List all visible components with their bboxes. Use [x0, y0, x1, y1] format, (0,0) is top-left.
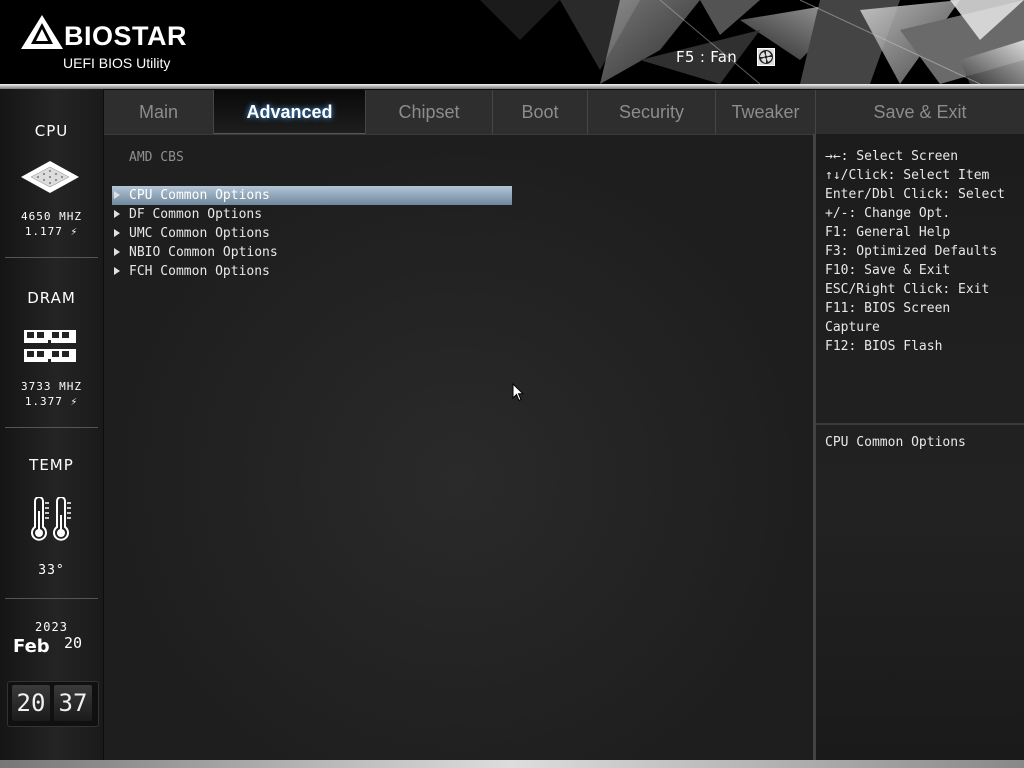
item-description: CPU Common Options: [825, 435, 966, 450]
system-status-sidebar: CPU 4650 MHZ 1.177 ⚡ DRAM 3733 MHZ 1.377…: [0, 89, 103, 760]
tab-tweaker[interactable]: Tweaker: [716, 90, 816, 134]
temp-title: TEMP: [29, 456, 74, 474]
fan-shortcut-label[interactable]: F5 : Fan: [676, 48, 737, 66]
submenu-arrow-icon: [114, 191, 120, 199]
menu-item-label: NBIO Common Options: [129, 245, 278, 260]
clock-hour: 20: [12, 685, 50, 721]
submenu-arrow-icon: [114, 248, 120, 256]
main-panel: AMD CBS CPU Common Options DF Common Opt…: [104, 134, 813, 761]
tab-security[interactable]: Security: [588, 90, 716, 134]
tab-chipset[interactable]: Chipset: [366, 90, 493, 134]
help-line: +/-: Change Opt.: [825, 206, 951, 221]
header: BIOSTAR UEFI BIOS Utility F5 : Fan: [0, 0, 1024, 84]
menu-item-nbio-common-options[interactable]: NBIO Common Options: [112, 243, 512, 262]
section-title: AMD CBS: [129, 150, 184, 165]
biostar-triangle-logo-icon: [21, 15, 63, 49]
menu-item-cpu-common-options[interactable]: CPU Common Options: [112, 186, 512, 205]
header-divider: [0, 84, 1024, 89]
help-line: F12: BIOS Flash: [825, 339, 943, 354]
submenu-arrow-icon: [114, 267, 120, 275]
help-line: F11: BIOS Screen: [825, 301, 951, 316]
help-line: Enter/Dbl Click: Select: [825, 187, 1006, 202]
sidebar-divider: [5, 598, 98, 599]
tab-save-exit[interactable]: Save & Exit: [816, 90, 1024, 134]
mouse-pointer-icon: [512, 383, 524, 402]
bios-utility-subtitle: UEFI BIOS Utility: [63, 55, 171, 71]
sidebar-divider: [5, 427, 98, 428]
date-day: 20: [64, 634, 83, 652]
help-line: F1: General Help: [825, 225, 951, 240]
tab-main[interactable]: Main: [104, 90, 214, 134]
sidebar-divider: [5, 257, 98, 258]
help-line: F10: Save & Exit: [825, 263, 951, 278]
menu-tabs: Main Advanced Chipset Boot Security Twea…: [104, 90, 1024, 134]
help-line: Capture: [825, 320, 880, 335]
dram-title: DRAM: [27, 289, 76, 307]
date-year: 2023: [35, 620, 68, 634]
menu-item-label: FCH Common Options: [129, 264, 270, 279]
bottom-bar: [0, 760, 1024, 768]
temperature-value: 33°: [38, 563, 65, 578]
tab-advanced[interactable]: Advanced: [214, 90, 366, 134]
cpu-chip-icon: [21, 161, 79, 193]
brand-name: BIOSTAR: [64, 21, 187, 51]
help-line: ↑↓/Click: Select Item: [825, 168, 990, 183]
menu-item-df-common-options[interactable]: DF Common Options: [112, 205, 512, 224]
submenu-arrow-icon: [114, 229, 120, 237]
dram-voltage: 1.377 ⚡: [24, 395, 79, 408]
help-panel-divider: [816, 423, 1024, 425]
cpu-frequency: 4650 MHZ: [21, 210, 82, 223]
menu-item-umc-common-options[interactable]: UMC Common Options: [112, 224, 512, 243]
thermometer-icon: [31, 497, 71, 541]
dram-frequency: 3733 MHZ: [21, 380, 82, 393]
submenu-arrow-icon: [114, 210, 120, 218]
memory-module-icon: [24, 330, 76, 362]
clock: 20 37: [7, 681, 99, 727]
tab-boot[interactable]: Boot: [493, 90, 588, 134]
menu-item-label: UMC Common Options: [129, 226, 270, 241]
fan-icon[interactable]: [757, 48, 775, 66]
help-line: →←: Select Screen: [825, 149, 959, 164]
cpu-title: CPU: [34, 122, 69, 140]
cpu-voltage: 1.177 ⚡: [24, 225, 79, 238]
menu-item-label: CPU Common Options: [129, 188, 270, 203]
date-month: Feb: [13, 636, 50, 657]
help-line: ESC/Right Click: Exit: [825, 282, 990, 297]
clock-minute: 37: [54, 685, 92, 721]
help-panel: →←: Select Screen ↑↓/Click: Select Item …: [816, 134, 1024, 760]
menu-item-fch-common-options[interactable]: FCH Common Options: [112, 262, 512, 281]
menu-item-label: DF Common Options: [129, 207, 263, 222]
help-line: F3: Optimized Defaults: [825, 244, 998, 259]
